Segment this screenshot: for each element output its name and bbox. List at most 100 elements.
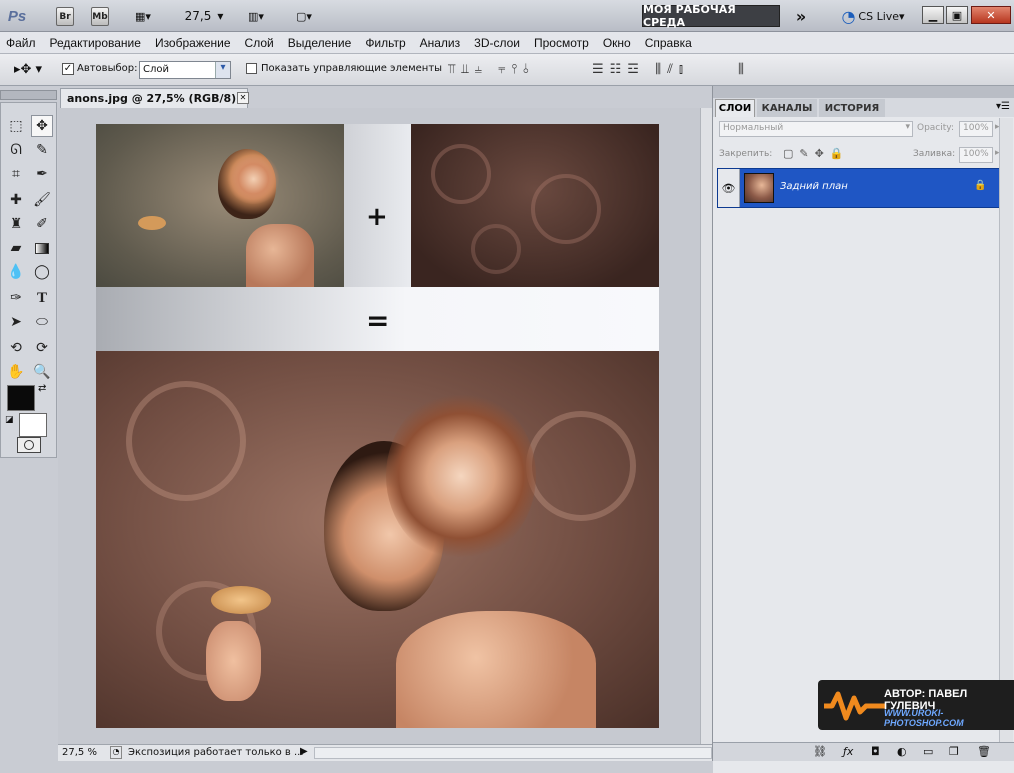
minimize-button[interactable]: ▁ <box>922 6 944 24</box>
close-button[interactable]: ✕ <box>971 6 1011 24</box>
hand-tool[interactable]: ✋ <box>5 361 27 383</box>
lasso-icon: ᘏ <box>10 142 22 158</box>
maximize-button[interactable]: ▣ <box>946 6 968 24</box>
close-tab-icon[interactable]: ✕ <box>237 92 249 104</box>
tab-history[interactable]: ИСТОРИЯ <box>819 99 885 117</box>
screen-mode-button[interactable]: ▢▾ <box>286 7 322 25</box>
type-tool[interactable]: T <box>31 287 53 309</box>
mini-bridge-button[interactable]: Mb <box>91 7 109 26</box>
new-layer-icon[interactable]: ❐ <box>949 745 959 758</box>
tab-channels[interactable]: КАНАЛЫ <box>757 99 817 117</box>
checkmark-icon: ✓ <box>63 63 73 74</box>
source-photo-woman <box>96 124 344 287</box>
auto-align-layers-button[interactable]: ⫼ <box>738 62 744 77</box>
quick-mask-icon <box>24 440 34 450</box>
swirl-ornament <box>126 381 246 501</box>
eraser-icon: ▰ <box>10 240 22 256</box>
distribute-buttons-group[interactable]: ☰☷☲ ⫼⫽⫾ <box>592 62 689 77</box>
document-canvas[interactable]: + = <box>96 124 659 728</box>
document-tab[interactable]: anons.jpg @ 27,5% (RGB/8) ✕ <box>60 88 249 108</box>
quick-mask-button[interactable] <box>17 437 41 453</box>
zoom-level-dropdown[interactable]: 27,5 ▾ <box>180 6 228 26</box>
3d-orbit-tool[interactable]: ⟳ <box>31 337 53 359</box>
menu-filter[interactable]: Фильтр <box>365 36 405 50</box>
blend-mode-dropdown[interactable]: Нормальный ▾ <box>719 121 913 137</box>
arrange-documents-button[interactable]: ▥▾ <box>238 7 274 25</box>
view-extras-button[interactable]: ▦▾ <box>126 7 160 25</box>
default-colors-icon[interactable]: ◪ <box>5 415 14 425</box>
more-workspaces-button[interactable]: » <box>790 6 812 26</box>
canvas-area[interactable]: + = <box>58 108 712 744</box>
move-tool-preset-picker[interactable]: ▸✥ ▾ <box>14 62 42 77</box>
clone-stamp-tool[interactable]: ♜ <box>5 213 27 235</box>
move-tool[interactable]: ✥ <box>31 115 53 137</box>
brush-tool[interactable]: 🖌 <box>31 189 53 211</box>
opacity-label: Opacity: <box>917 123 954 133</box>
result-composite-image <box>96 351 659 728</box>
menu-3d[interactable]: 3D-слои <box>474 36 520 50</box>
chevron-down-icon: ▾ <box>215 62 230 78</box>
adjustment-icon[interactable]: ◐ <box>897 745 907 758</box>
foreground-color-swatch[interactable] <box>7 385 35 411</box>
vertical-scrollbar[interactable] <box>700 108 712 744</box>
panel-menu-icon[interactable]: ▾☰ <box>996 101 1010 112</box>
crop-tool[interactable]: ⌗ <box>5 163 27 185</box>
autoselect-dropdown[interactable]: Слой ▾ <box>139 61 231 79</box>
magnifier-icon: 🔍 <box>33 364 51 380</box>
bridge-button[interactable]: Br <box>56 7 74 26</box>
3d-rotate-tool[interactable]: ⟲ <box>5 337 27 359</box>
blur-tool[interactable]: 💧 <box>5 261 27 283</box>
status-bar: 27,5 % ◔ Экспозиция работает только в ..… <box>58 744 712 761</box>
menu-edit[interactable]: Редактирование <box>50 36 141 50</box>
fill-input[interactable]: 100% <box>959 147 993 163</box>
history-brush-tool[interactable]: ✐ <box>31 213 53 235</box>
zoom-tool[interactable]: 🔍 <box>31 361 53 383</box>
menu-window[interactable]: Окно <box>603 36 631 50</box>
status-info-icon[interactable]: ◔ <box>110 746 122 759</box>
menu-analysis[interactable]: Анализ <box>420 36 461 50</box>
layer-name[interactable]: Задний план <box>780 181 848 192</box>
align-buttons-group[interactable]: ⫪⫫⫨ ⫧⫯⫰ <box>448 62 535 77</box>
opacity-input[interactable]: 100% <box>959 121 993 137</box>
status-zoom[interactable]: 27,5 % <box>62 747 106 758</box>
tab-layers[interactable]: СЛОИ <box>715 99 755 117</box>
lock-buttons[interactable]: ▢✎✥🔒 <box>783 147 850 160</box>
group-icon[interactable]: ▭ <box>923 745 933 758</box>
menu-view[interactable]: Просмотр <box>534 36 589 50</box>
panel-header[interactable] <box>713 86 1014 98</box>
menu-file[interactable]: Файл <box>6 36 36 50</box>
swap-colors-icon[interactable]: ⇄ <box>38 383 46 394</box>
path-selection-tool[interactable]: ➤ <box>5 311 27 333</box>
fx-icon[interactable]: ƒx <box>843 745 853 758</box>
woman-shoulder <box>396 611 596 728</box>
horizontal-scrollbar[interactable] <box>314 747 712 759</box>
pen-tool[interactable]: ✑ <box>5 287 27 309</box>
background-color-swatch[interactable] <box>19 413 47 437</box>
layers-scrollbar[interactable] <box>999 118 1013 742</box>
menu-image[interactable]: Изображение <box>155 36 231 50</box>
autoselect-checkbox[interactable]: ✓ <box>62 63 74 75</box>
lasso-tool[interactable]: ᘏ <box>5 139 27 161</box>
healing-brush-tool[interactable]: ✚ <box>5 189 27 211</box>
status-menu-arrow-icon[interactable]: ▶ <box>300 746 308 757</box>
workspace-button[interactable]: МОЯ РАБОЧАЯ СРЕДА <box>642 3 780 29</box>
menu-select[interactable]: Выделение <box>288 36 352 50</box>
ellipse-tool[interactable]: ⬭ <box>31 311 53 333</box>
gradient-tool[interactable] <box>31 237 53 259</box>
auto-align-icon: ⫼ <box>738 62 744 77</box>
link-icon[interactable]: ⛓ <box>813 745 827 758</box>
trash-icon[interactable]: 🗑 <box>977 745 991 758</box>
layer-row-background[interactable]: 👁 Задний план 🔒 <box>717 168 1011 208</box>
mask-icon[interactable]: ◘ <box>871 745 880 758</box>
eyedropper-tool[interactable]: ✒ <box>31 163 53 185</box>
show-transform-controls-checkbox[interactable] <box>246 63 257 74</box>
marquee-tool[interactable]: ⬚ <box>5 115 27 137</box>
layer-visibility-toggle[interactable]: 👁 <box>718 169 740 207</box>
tools-panel-header[interactable] <box>0 90 57 100</box>
cs-live-button[interactable]: ◔ CS Live ▾ <box>834 6 912 26</box>
menu-help[interactable]: Справка <box>645 36 692 50</box>
quick-selection-tool[interactable]: ✎ <box>31 139 53 161</box>
menu-layer[interactable]: Слой <box>245 36 274 50</box>
eraser-tool[interactable]: ▰ <box>5 237 27 259</box>
dodge-tool[interactable]: ◯ <box>31 261 53 283</box>
